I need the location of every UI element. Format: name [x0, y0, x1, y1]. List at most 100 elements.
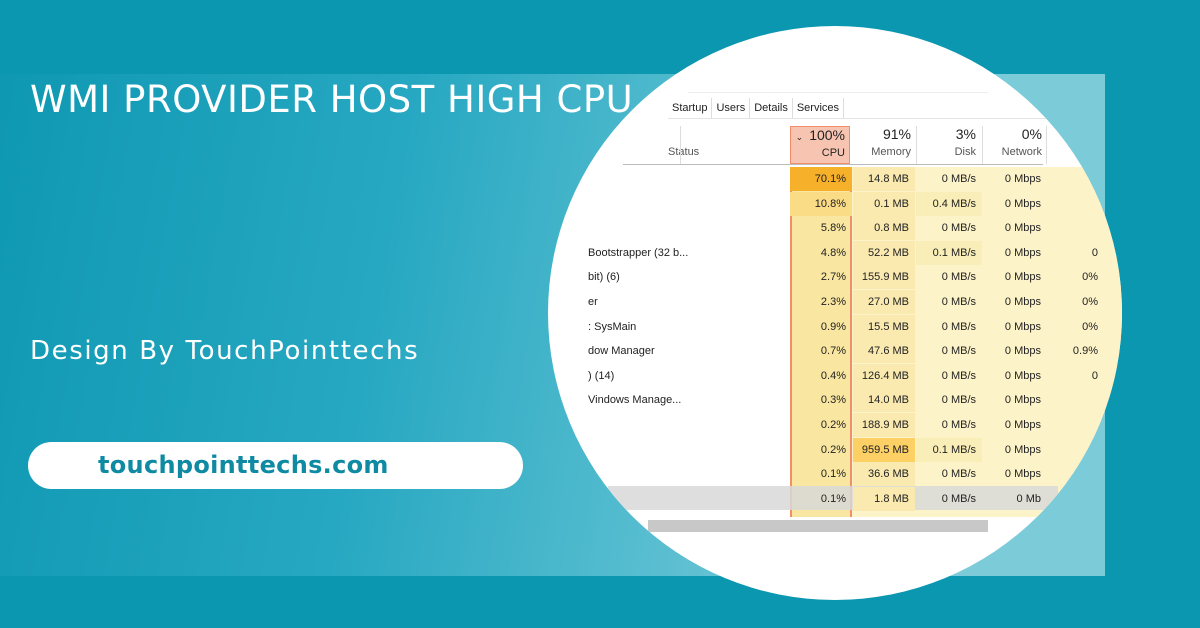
cell-cpu: 0.9%: [820, 320, 846, 333]
cell-network: 0 Mbps: [1004, 468, 1041, 481]
cell-network: 0 Mbps: [1004, 296, 1041, 308]
cell-network: 0 Mbps: [1004, 173, 1041, 185]
cell-extra: [1048, 413, 1104, 437]
cell-disk: 0 MB/s: [941, 492, 976, 505]
table-row[interactable]: Bootstrapper (32 b... 4.8% 52.2 MB 0.1 MB/s…: [548, 240, 1122, 266]
cell-disk: 0 MB/s: [941, 173, 976, 185]
cell-memory: 15.5 MB: [853, 314, 915, 339]
table-row[interactable]: 5.8% 0.8 MB 0 MB/s 0 Mbps: [548, 216, 1122, 241]
column-separator: [680, 126, 681, 164]
cell-cpu: 4.8%: [820, 246, 846, 259]
cell-extra: [1048, 438, 1104, 462]
header-divider: [623, 164, 1043, 165]
column-header-status[interactable]: Status: [668, 126, 728, 164]
cell-extra: 0: [1091, 246, 1098, 259]
cell-disk: 0 MB/s: [941, 296, 976, 308]
table-row[interactable]: 0.2% 959.5 MB 0.1 MB/s 0 Mbps: [548, 437, 1122, 463]
cell-disk: 0.4 MB/s: [916, 191, 982, 216]
cell-network: 0 Mbps: [1004, 271, 1041, 284]
cell-extra: 0%: [1082, 271, 1098, 284]
cell-cpu: 0.1%: [820, 492, 846, 505]
table-row[interactable]: Vindows Manage... 0.3% 14.0 MB 0 MB/s 0 Mbps: [548, 388, 1122, 413]
process-name: ) (14): [588, 369, 615, 382]
cell-disk: 0 MB/s: [941, 419, 976, 431]
cell-cpu: 0.4%: [820, 369, 846, 382]
cell-cpu: 70.1%: [790, 167, 852, 191]
cell-disk: 0 MB/s: [941, 394, 976, 407]
cell-memory: 14.0 MB: [853, 388, 915, 413]
cell-cpu: 0.1%: [820, 468, 846, 481]
table-row[interactable]: 0.1% 36.6 MB 0 MB/s 0 Mbps: [548, 462, 1122, 487]
table-row[interactable]: er 2.3% 27.0 MB 0 MB/s 0 Mbps 0%: [548, 290, 1122, 315]
column-header-memory[interactable]: 91% Memory: [853, 126, 911, 164]
column-header-network[interactable]: 0% Network: [982, 126, 1042, 164]
process-name: Vindows Manage...: [588, 394, 682, 407]
cell-network: 0 Mbps: [1004, 222, 1041, 235]
cell-extra: 0: [1091, 369, 1098, 382]
table-row[interactable]: 70.1% 14.8 MB 0 MB/s 0 Mbps: [548, 167, 1122, 192]
process-name: bit) (6): [588, 271, 620, 284]
cell-extra: 0.9%: [1072, 345, 1098, 358]
column-separator: [1046, 126, 1047, 164]
cell-disk: 0 MB/s: [941, 369, 976, 382]
tab-startup[interactable]: Startup: [668, 98, 713, 118]
table-row[interactable]: dow Manager 0.7% 47.6 MB 0 MB/s 0 Mbps 0.9%: [548, 339, 1122, 364]
design-credit: Design By TouchPointtechs: [30, 336, 420, 366]
cell-cpu: 5.8%: [820, 222, 846, 235]
cell-memory: 1.8 MB: [853, 486, 915, 511]
cell-network: 0 Mbps: [1004, 419, 1041, 431]
cell-cpu: 0.7%: [820, 345, 846, 358]
cell-cpu: 0.3%: [820, 394, 846, 407]
table-row[interactable]: : SysMain 0.9% 15.5 MB 0 MB/s 0 Mbps 0%: [548, 314, 1122, 340]
cell-disk: 0.1 MB/s: [916, 240, 982, 265]
cell-memory: 126.4 MB: [853, 363, 915, 388]
cell-cpu: 2.3%: [820, 296, 846, 308]
column-header-cpu[interactable]: ⌄ 100% CPU: [790, 126, 850, 164]
cell-extra: [1048, 192, 1104, 216]
table-row[interactable]: ) (14) 0.4% 126.4 MB 0 MB/s 0 Mbps 0: [548, 363, 1122, 389]
process-name: dow Manager: [588, 345, 655, 358]
cell-network: 0 Mb: [1016, 492, 1041, 505]
cell-cpu: 0.2%: [820, 419, 846, 431]
cell-network: 0 Mbps: [1004, 246, 1041, 259]
cell-cpu: 0.2%: [820, 443, 846, 456]
sort-chevron-icon: ⌄: [795, 132, 804, 142]
cell-disk: 0 MB/s: [941, 222, 976, 235]
process-name: er: [588, 296, 598, 308]
cell-memory: 36.6 MB: [853, 462, 915, 487]
cell-memory: 959.5 MB: [853, 437, 915, 462]
tab-users[interactable]: Users: [712, 98, 751, 118]
cell-memory: 188.9 MB: [853, 413, 915, 437]
cell-memory: 47.6 MB: [853, 339, 915, 364]
cell-memory: 14.8 MB: [853, 167, 915, 191]
cell-extra: [1048, 487, 1104, 511]
table-row[interactable]: 0.2% 188.9 MB 0 MB/s 0 Mbps: [548, 413, 1122, 438]
cell-cpu: 2.7%: [820, 271, 846, 284]
cell-disk: 0 MB/s: [941, 320, 976, 333]
divider: [668, 118, 1068, 119]
process-name: Bootstrapper (32 b...: [588, 246, 689, 259]
website-link-label: touchpointtechs.com: [98, 451, 389, 479]
divider: [688, 92, 988, 93]
process-name: : SysMain: [588, 320, 637, 333]
cell-disk: 0 MB/s: [941, 271, 976, 284]
horizontal-scrollbar[interactable]: [648, 520, 988, 532]
cell-network: 0 Mbps: [1004, 197, 1041, 210]
table-row[interactable]: 0.1% 1.8 MB 0 MB/s 0 Mb: [548, 486, 1122, 512]
cell-disk: 0.1 MB/s: [916, 437, 982, 462]
task-manager-screenshot: Startup Users Details Services Status ⌄ 1…: [548, 26, 1122, 600]
cell-memory: 0.8 MB: [853, 216, 915, 241]
cell-extra: 0%: [1082, 296, 1098, 308]
tab-details[interactable]: Details: [750, 98, 793, 118]
cell-extra: [1048, 462, 1104, 486]
cell-network: 0 Mbps: [1004, 345, 1041, 358]
cell-extra: [1048, 216, 1104, 240]
tab-services[interactable]: Services: [793, 98, 845, 118]
cell-network: 0 Mbps: [1004, 394, 1041, 407]
column-header-disk[interactable]: 3% Disk: [916, 126, 976, 164]
website-link-button[interactable]: touchpointtechs.com: [28, 442, 523, 489]
table-row[interactable]: 10.8% 0.1 MB 0.4 MB/s 0 Mbps: [548, 191, 1122, 217]
cell-memory: 27.0 MB: [853, 290, 915, 314]
table-row[interactable]: bit) (6) 2.7% 155.9 MB 0 MB/s 0 Mbps 0%: [548, 265, 1122, 290]
cell-extra: [1048, 388, 1104, 412]
